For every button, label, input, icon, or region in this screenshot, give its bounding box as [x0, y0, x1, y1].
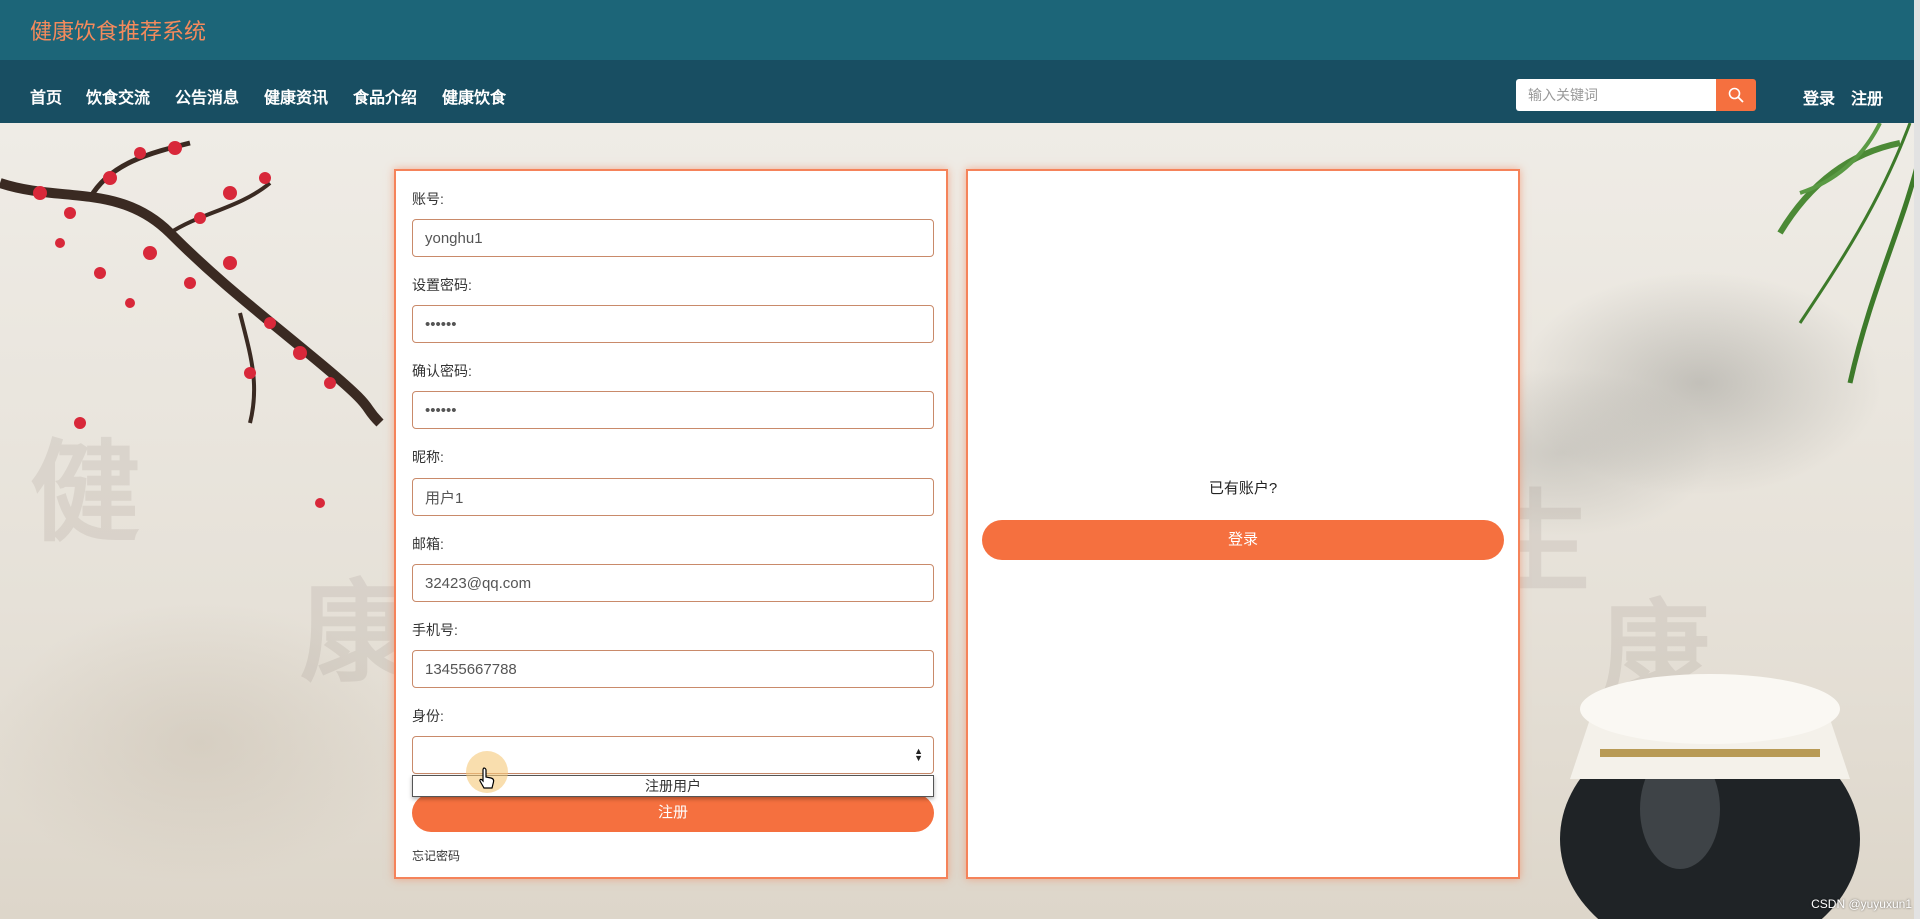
nav-item-announcements[interactable]: 公告消息: [175, 84, 239, 108]
plum-branch-decor: [0, 140, 384, 508]
vertical-scrollbar[interactable]: [1914, 0, 1920, 919]
top-title-bar: 健康饮食推荐系统: [0, 0, 1920, 60]
select-arrows-icon: ▲ ▼: [914, 746, 923, 763]
password-input[interactable]: [412, 305, 934, 343]
confirm-password-label: 确认密码:: [412, 363, 472, 379]
role-label: 身份:: [412, 708, 444, 724]
bamboo-leaves-decor: [1777, 123, 1920, 384]
site-title: 健康饮食推荐系统: [30, 19, 207, 44]
search-icon: [1728, 87, 1744, 103]
login-panel: 已有账户? 登录: [966, 169, 1520, 879]
account-label: 账号:: [412, 191, 444, 207]
email-label: 邮箱:: [412, 536, 444, 552]
hand-cursor-icon: [479, 767, 495, 789]
background-scenery: 健 康 生 康: [0, 123, 1920, 919]
password-label: 设置密码:: [412, 277, 472, 293]
nav-item-health-news[interactable]: 健康资讯: [264, 84, 328, 108]
login-button[interactable]: 登录: [982, 520, 1504, 560]
account-input[interactable]: [412, 219, 934, 257]
phone-label: 手机号:: [412, 622, 458, 638]
medicine-jar-decor: [1560, 674, 1860, 919]
nav-item-diet-exchange[interactable]: 饮食交流: [86, 84, 150, 108]
register-panel: 账号: 设置密码: 确认密码: 昵称: 邮箱: 手机号: 身份: ▲▼ 注册用户…: [394, 169, 948, 879]
have-account-prompt: 已有账户?: [1208, 480, 1278, 497]
confirm-password-input[interactable]: [412, 391, 934, 429]
search-button[interactable]: [1716, 79, 1756, 111]
register-button[interactable]: 注册: [412, 794, 934, 832]
nav-item-healthy-diet[interactable]: 健康饮食: [442, 84, 506, 108]
watermark: CSDN @yuyuxun1: [1811, 897, 1912, 911]
nav-item-home[interactable]: 首页: [30, 84, 62, 108]
header-login-link[interactable]: 登录: [1803, 85, 1835, 109]
forgot-password-link[interactable]: 忘记密码: [412, 847, 460, 864]
email-input[interactable]: [412, 564, 934, 602]
header-register-link[interactable]: 注册: [1851, 85, 1883, 109]
phone-input[interactable]: [412, 650, 934, 688]
nav-item-food-intro[interactable]: 食品介绍: [353, 84, 417, 108]
nickname-input[interactable]: [412, 478, 934, 516]
nickname-label: 昵称:: [412, 449, 444, 465]
search-input[interactable]: [1516, 79, 1716, 111]
